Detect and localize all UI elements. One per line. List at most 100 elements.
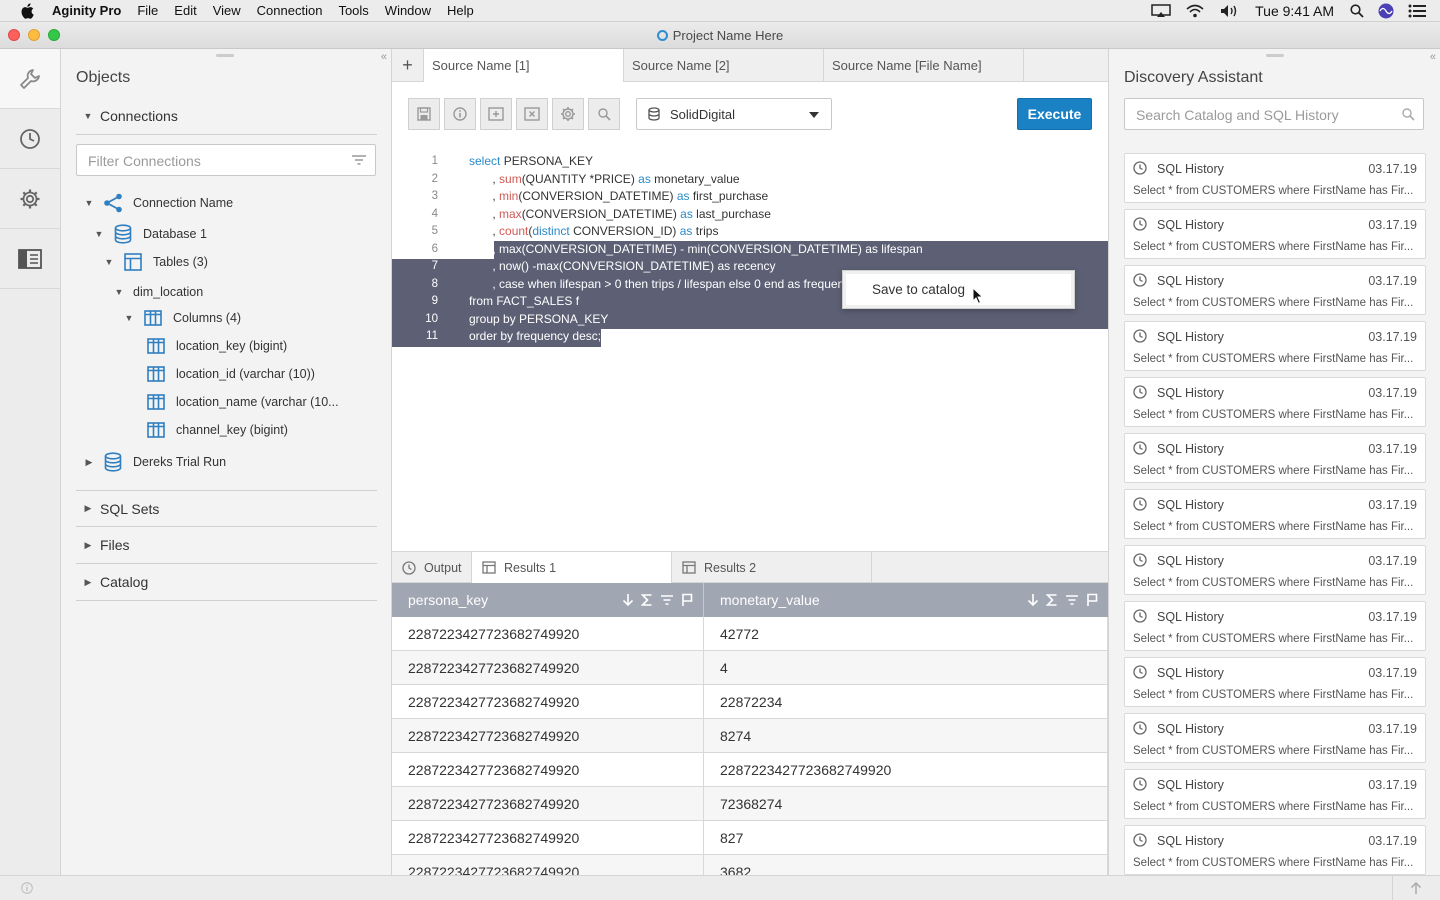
panel-drag-handle[interactable] [216,54,234,57]
cell-persona-key[interactable]: 2287223427723682749920 [392,787,704,820]
sql-history-item[interactable]: SQL History 03.17.19 Select * from CUSTOME… [1124,489,1426,539]
add-panel-button[interactable] [480,98,512,130]
menu-file[interactable]: File [137,3,158,18]
cell-monetary-value[interactable]: 4 [704,651,1108,684]
table-row[interactable]: 2287223427723682749920 22872234 [392,685,1108,719]
sql-history-item[interactable]: SQL History 03.17.19 Select * from CUSTOME… [1124,153,1426,203]
sql-history-item[interactable]: SQL History 03.17.19 Select * from CUSTOME… [1124,601,1426,651]
source-tab-2[interactable]: Source Name [2] [624,49,824,82]
save-to-catalog-menu-item[interactable]: Save to catalog [846,274,1071,305]
cell-persona-key[interactable]: 2287223427723682749920 [392,821,704,854]
flag-icon[interactable] [1086,593,1098,607]
cell-persona-key[interactable]: 2287223427723682749920 [392,685,704,718]
filter-connections-input[interactable]: Filter Connections [76,144,376,176]
cell-monetary-value[interactable]: 42772 [704,617,1108,650]
menu-tools[interactable]: Tools [338,3,368,18]
connections-section-header[interactable]: ▼ Connections [76,98,377,135]
sort-down-icon[interactable] [1027,593,1039,607]
collapse-right-panel-icon[interactable]: « [1430,51,1436,63]
spotlight-icon[interactable] [1350,4,1364,18]
menu-connection[interactable]: Connection [257,3,323,18]
menu-help[interactable]: Help [447,3,474,18]
sql-history-item[interactable]: SQL History 03.17.19 Select * from CUSTOME… [1124,209,1426,259]
tree-database-dereks[interactable]: ▶ Dereks Trial Run [83,451,226,473]
collapse-left-panel-icon[interactable]: « [381,51,387,63]
info-icon[interactable] [21,882,33,894]
cell-persona-key[interactable]: 2287223427723682749920 [392,753,704,786]
sql-history-item[interactable]: SQL History 03.17.19 Select * from CUSTOME… [1124,545,1426,595]
menu-edit[interactable]: Edit [174,3,196,18]
tree-columns[interactable]: ▼ Columns (4) [123,307,241,329]
table-row[interactable]: 2287223427723682749920 827 [392,821,1108,855]
sql-history-item[interactable]: SQL History 03.17.19 Select * from CUSTOME… [1124,321,1426,371]
execute-button[interactable]: Execute [1017,98,1092,130]
source-tab-file[interactable]: Source Name [File Name] [824,49,1024,82]
sql-history-item[interactable]: SQL History 03.17.19 Select * from CUSTOME… [1124,713,1426,763]
catalog-section-header[interactable]: ▶ Catalog [76,564,377,601]
rail-panel-button[interactable] [0,229,60,289]
add-tab-button[interactable]: + [392,49,424,82]
tree-tables[interactable]: ▼ Tables (3) [103,251,208,273]
sql-history-item[interactable]: SQL History 03.17.19 Select * from CUSTOME… [1124,265,1426,315]
siri-icon[interactable] [1378,3,1394,19]
sql-history-item[interactable]: SQL History 03.17.19 Select * from CUSTOME… [1124,377,1426,427]
volume-icon[interactable] [1219,4,1241,18]
sql-sets-section-header[interactable]: ▶ SQL Sets [76,490,377,527]
source-tab-1[interactable]: Source Name [1] [424,49,624,82]
tab-output[interactable]: Output [392,552,472,583]
rail-tools-button[interactable] [0,49,60,109]
cell-monetary-value[interactable]: 2287223427723682749920 [704,753,1108,786]
notification-center-icon[interactable] [1408,4,1426,18]
filter-icon[interactable] [352,155,366,165]
column-header-persona-key[interactable]: persona_key [392,583,704,617]
menu-view[interactable]: View [213,3,241,18]
menu-app-name[interactable]: Aginity Pro [52,3,121,18]
filter-icon[interactable] [1065,593,1079,607]
cell-monetary-value[interactable]: 22872234 [704,685,1108,718]
sql-history-item[interactable]: SQL History 03.17.19 Select * from CUSTOME… [1124,433,1426,483]
tree-column-item[interactable]: location_name (varchar (10... [146,391,339,413]
menu-window[interactable]: Window [385,3,431,18]
cell-monetary-value[interactable]: 72368274 [704,787,1108,820]
search-button[interactable] [588,98,620,130]
table-row[interactable]: 2287223427723682749920 72368274 [392,787,1108,821]
tree-column-item[interactable]: location_id (varchar (10)) [146,363,315,385]
search-icon[interactable] [1402,108,1415,121]
tree-column-item[interactable]: channel_key (bigint) [146,419,288,441]
tree-column-item[interactable]: location_key (bigint) [146,335,287,357]
save-button[interactable] [408,98,440,130]
panel-drag-handle[interactable] [1266,54,1284,57]
tree-connection[interactable]: ▼ Connection Name [83,192,233,214]
catalog-search-input[interactable]: Search Catalog and SQL History [1124,98,1424,130]
menubar-clock[interactable]: Tue 9:41 AM [1255,3,1334,19]
settings-button[interactable] [552,98,584,130]
tab-results-1[interactable]: Results 1 [472,552,672,583]
tab-results-2[interactable]: Results 2 [672,552,872,583]
info-button[interactable] [444,98,476,130]
flag-icon[interactable] [681,593,693,607]
table-row[interactable]: 2287223427723682749920 42772 [392,617,1108,651]
rail-history-button[interactable] [0,109,60,169]
filter-icon[interactable] [660,593,674,607]
tree-database[interactable]: ▼ Database 1 [93,223,207,245]
connection-select[interactable]: SolidDigital [636,98,832,130]
tree-table-dim-location[interactable]: ▼ dim_location [113,281,204,303]
sql-editor[interactable]: 1 select PERSONA_KEY 2 , sum(QUANTITY *PR… [392,153,1108,346]
sum-icon[interactable] [641,593,653,607]
cell-monetary-value[interactable]: 8274 [704,719,1108,752]
files-section-header[interactable]: ▶ Files [76,527,377,564]
apple-icon[interactable] [20,2,34,19]
sort-down-icon[interactable] [622,593,634,607]
table-row[interactable]: 2287223427723682749920 8274 [392,719,1108,753]
cell-persona-key[interactable]: 2287223427723682749920 [392,617,704,650]
table-row[interactable]: 2287223427723682749920 228722342772368274… [392,753,1108,787]
wifi-icon[interactable] [1185,4,1205,18]
remove-panel-button[interactable] [516,98,548,130]
rail-settings-button[interactable] [0,169,60,229]
column-header-monetary-value[interactable]: monetary_value [704,583,1108,617]
cell-persona-key[interactable]: 2287223427723682749920 [392,651,704,684]
airplay-icon[interactable] [1151,4,1171,18]
table-row[interactable]: 2287223427723682749920 4 [392,651,1108,685]
sql-history-item[interactable]: SQL History 03.17.19 Select * from CUSTOME… [1124,825,1426,875]
cell-monetary-value[interactable]: 827 [704,821,1108,854]
